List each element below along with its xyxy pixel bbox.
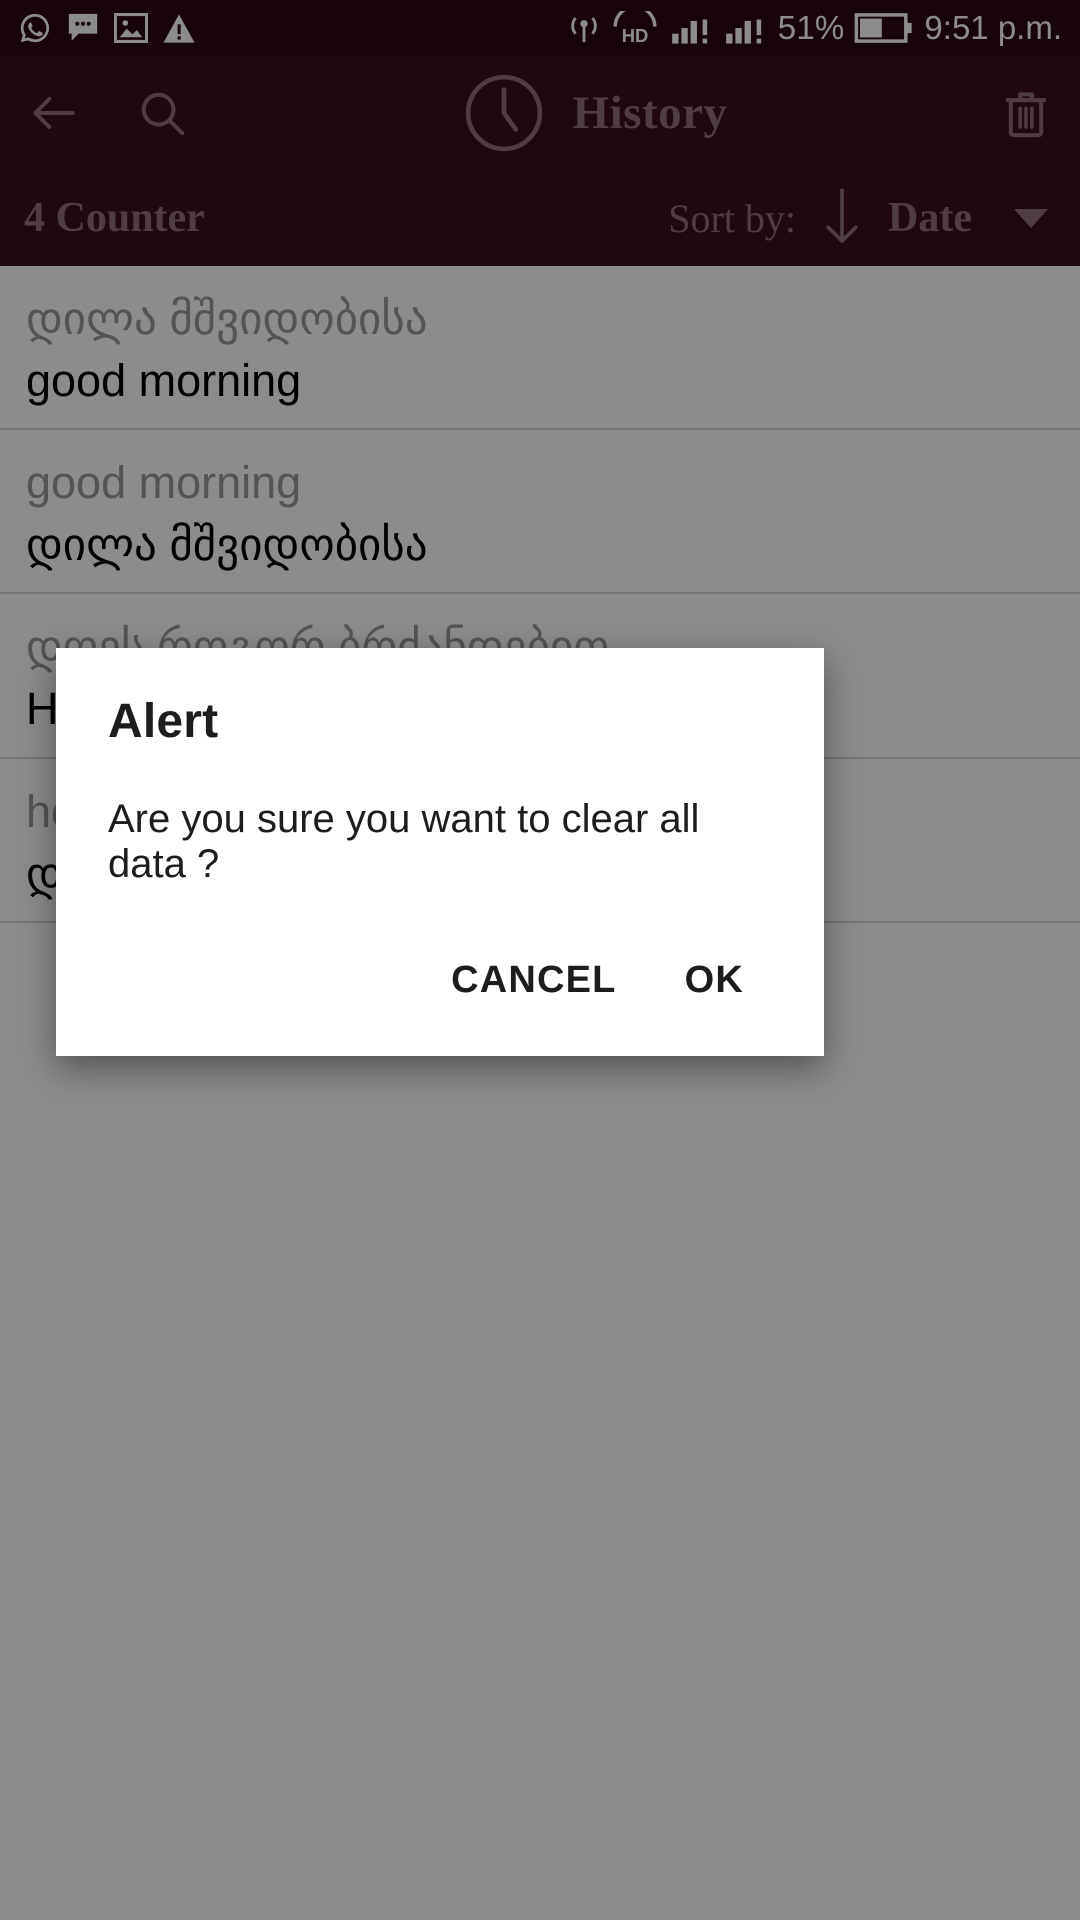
dialog-title: Alert	[108, 695, 219, 748]
dialog-message: Are you sure you want to clear all data …	[108, 797, 700, 886]
alert-dialog: Alert Are you sure you want to clear all…	[56, 648, 824, 1056]
cancel-button[interactable]: CANCEL	[423, 945, 645, 1016]
ok-button[interactable]: OK	[657, 945, 772, 1016]
dialog-actions: CANCEL OK	[108, 887, 772, 1056]
